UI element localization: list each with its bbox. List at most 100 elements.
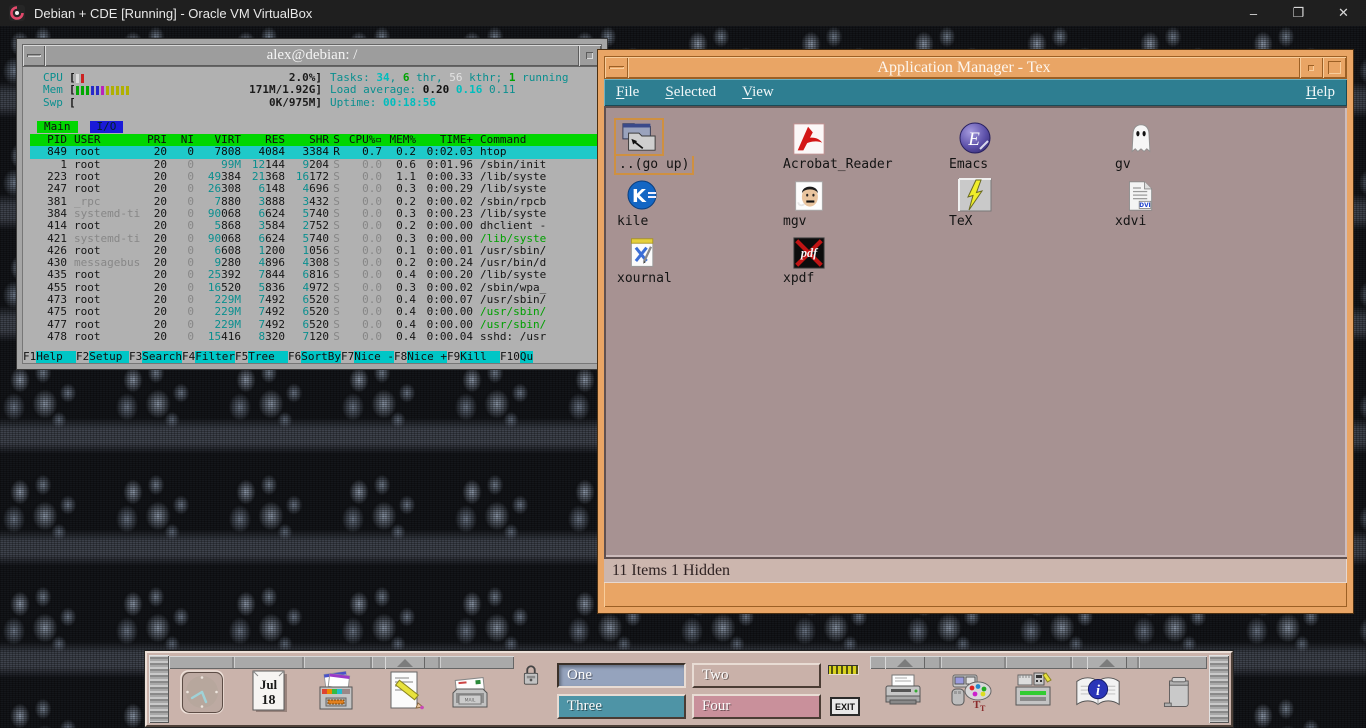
text-editor-icon bbox=[390, 671, 425, 710]
fkey-f7[interactable]: F7 bbox=[341, 351, 354, 363]
app-item-tex[interactable]: TeX bbox=[946, 175, 1112, 232]
process-row-478[interactable]: 478 root 20 0 15416 8320 7120 S 0.0 0.4 0:00.04 ssh… bbox=[30, 330, 601, 343]
xpdf-icon: pdf bbox=[793, 237, 825, 269]
svg-text:18: 18 bbox=[262, 693, 276, 708]
panel-text-editor-button[interactable] bbox=[379, 667, 429, 717]
process-row-247[interactable]: 247 root 20 0 26308 6148 4696 S 0.0 0.3 0:00.29/li… bbox=[30, 183, 601, 196]
app-item-label: TeX bbox=[949, 214, 973, 229]
fkey-label-f9[interactable]: Kill bbox=[460, 350, 500, 363]
app-item-xdvi[interactable]: DVI xdvi bbox=[1112, 175, 1278, 232]
menu-help[interactable]: Help bbox=[1306, 84, 1335, 101]
panel-help-viewer-button[interactable]: i bbox=[1073, 667, 1123, 717]
process-row-421[interactable]: 421 systemd-ti 20 0 90068 6624 5740 S 0.0 0.3 0:00… bbox=[30, 232, 601, 245]
app-item-emacs[interactable]: E Emacs bbox=[946, 118, 1112, 175]
process-row-475[interactable]: 475 root 20 0 229M 7492 6520 S 0.0 0.4 0:00.00/usr… bbox=[30, 306, 601, 319]
style-manager-icon: TT bbox=[951, 674, 992, 713]
process-row-435[interactable]: 435 root 20 0 25392 7844 6816 S 0.0 0.4 0:00.20/li… bbox=[30, 269, 601, 282]
htop-meter-line: Mem[171M/1.92G] Load average: 0.20 0.16 0… bbox=[43, 83, 516, 97]
fkey-label-f4[interactable]: Filter bbox=[195, 350, 235, 363]
appmgr-content: ..(go up) Acrobat_Reader E Emacs gv Kkile mgv T… bbox=[604, 106, 1347, 557]
svg-text:Jul: Jul bbox=[260, 677, 278, 692]
menu-view[interactable]: View bbox=[742, 84, 774, 101]
appmgr-menubar: File Selected View Help bbox=[604, 79, 1347, 106]
process-row-849[interactable]: 849 root 20 0 7808 4084 3384 R 0.7 0.2 0:02.03 htop bbox=[30, 146, 601, 159]
window-menu-button[interactable] bbox=[23, 45, 45, 66]
menu-file[interactable]: File bbox=[616, 84, 639, 101]
svg-text:i: i bbox=[1096, 683, 1100, 699]
app-item-xournal[interactable]: xournal bbox=[614, 232, 780, 289]
app-item-label: Emacs bbox=[949, 157, 989, 172]
terminal-window: alex@debian: / CPU[2.0%] Tasks: 34, 6 thr… bbox=[16, 38, 608, 370]
fkey-label-f8[interactable]: Nice + bbox=[407, 350, 447, 363]
lock-icon[interactable] bbox=[521, 662, 541, 693]
fkey-label-f5[interactable]: Tree bbox=[248, 350, 288, 363]
panel-grip-right[interactable] bbox=[1209, 655, 1229, 723]
process-row-414[interactable]: 414 root 20 0 5868 3584 2752 S 0.0 0.2 0:00.00 dhcl… bbox=[30, 219, 601, 232]
app-item-go-up[interactable]: ..(go up) bbox=[614, 118, 780, 175]
tex-icon bbox=[958, 178, 992, 212]
htop-tab-main[interactable]: Main bbox=[37, 120, 78, 134]
restore-button[interactable]: ❐ bbox=[1276, 0, 1321, 26]
application-manager-window: Application Manager - Tex File Selected Vi… bbox=[597, 49, 1354, 614]
workspace-button-one[interactable]: One bbox=[557, 663, 686, 688]
fkey-label-f6[interactable]: SortBy bbox=[301, 350, 341, 363]
app-item-gv[interactable]: gv bbox=[1112, 118, 1278, 175]
app-item-label: gv bbox=[1115, 157, 1131, 172]
fkey-label-f1[interactable]: Help bbox=[36, 350, 76, 363]
fkey-f10[interactable]: F10 bbox=[500, 351, 520, 363]
panel-file-manager-button[interactable] bbox=[311, 667, 361, 717]
window-menu-button[interactable] bbox=[605, 57, 628, 78]
terminal-titlebar[interactable]: alex@debian: / bbox=[22, 44, 602, 67]
panel-applications-button[interactable] bbox=[1008, 667, 1058, 717]
fkey-label-f7[interactable]: Nice - bbox=[354, 350, 394, 363]
app-item-label: xdvi bbox=[1115, 214, 1147, 229]
svg-text:K: K bbox=[632, 186, 647, 207]
panel-printer-button[interactable] bbox=[878, 667, 928, 717]
svg-text:pdf: pdf bbox=[800, 246, 819, 260]
fkey-label-f3[interactable]: Search bbox=[142, 350, 182, 363]
workspace-button-three[interactable]: Three bbox=[557, 694, 686, 719]
workspace-button-two[interactable]: Two bbox=[692, 663, 821, 688]
menu-selected[interactable]: Selected bbox=[665, 84, 716, 101]
app-item-kile[interactable]: Kkile bbox=[614, 175, 780, 232]
fkey-label-f2[interactable]: Setup bbox=[89, 350, 129, 363]
fkey-f5[interactable]: F5 bbox=[235, 351, 248, 363]
fkey-f3[interactable]: F3 bbox=[129, 351, 142, 363]
app-item-mgv[interactable]: mgv bbox=[780, 175, 946, 232]
xournal-icon bbox=[631, 238, 654, 267]
fkey-f4[interactable]: F4 bbox=[182, 351, 195, 363]
panel-calendar-button[interactable]: Jul 18 bbox=[245, 667, 295, 717]
htop-tab-io[interactable]: I/O bbox=[89, 120, 124, 134]
fkey-f2[interactable]: F2 bbox=[76, 351, 89, 363]
fkey-f8[interactable]: F8 bbox=[394, 351, 407, 363]
panel-style-manager-button[interactable]: TT bbox=[945, 667, 995, 717]
panel-trash-button[interactable] bbox=[1153, 667, 1203, 717]
fkey-f6[interactable]: F6 bbox=[288, 351, 301, 363]
help-icon: i bbox=[1076, 677, 1120, 706]
acrobat-icon bbox=[793, 123, 825, 155]
workspace-button-four[interactable]: Four bbox=[692, 694, 821, 719]
panel-mail-button[interactable]: MAIL bbox=[445, 667, 495, 717]
fkey-f1[interactable]: F1 bbox=[23, 351, 36, 363]
printer-icon bbox=[885, 674, 921, 705]
close-button[interactable]: ✕ bbox=[1321, 0, 1366, 26]
minimize-button[interactable]: – bbox=[1231, 0, 1276, 26]
app-item-xpdf[interactable]: pdf xpdf bbox=[780, 232, 946, 289]
app-item-acrobat-reader[interactable]: Acrobat_Reader bbox=[780, 118, 946, 175]
trash-icon bbox=[1163, 677, 1189, 707]
app-item-label: xournal bbox=[617, 271, 672, 286]
fkey-f9[interactable]: F9 bbox=[447, 351, 460, 363]
fkey-label-f10[interactable]: Qu bbox=[519, 350, 534, 363]
column-command[interactable]: Command bbox=[473, 134, 601, 146]
calendar-icon: Jul18 bbox=[252, 670, 287, 712]
appmgr-title: Application Manager - Tex bbox=[628, 57, 1300, 78]
panel-clock-button[interactable] bbox=[177, 667, 227, 717]
appmgr-titlebar[interactable]: Application Manager - Tex bbox=[604, 56, 1347, 79]
panel-grip-left[interactable] bbox=[149, 655, 169, 723]
minimize-button[interactable] bbox=[1300, 57, 1323, 78]
xdvi-icon: DVI bbox=[1129, 181, 1153, 211]
cde-front-panel: One Two Three Four EXIT Jul 18 MAIL T T i bbox=[144, 650, 1234, 728]
maximize-button[interactable] bbox=[1323, 57, 1346, 78]
host-window-title: Debian + CDE [Running] - Oracle VM Virtu… bbox=[34, 5, 313, 21]
exit-button[interactable]: EXIT bbox=[830, 697, 860, 716]
